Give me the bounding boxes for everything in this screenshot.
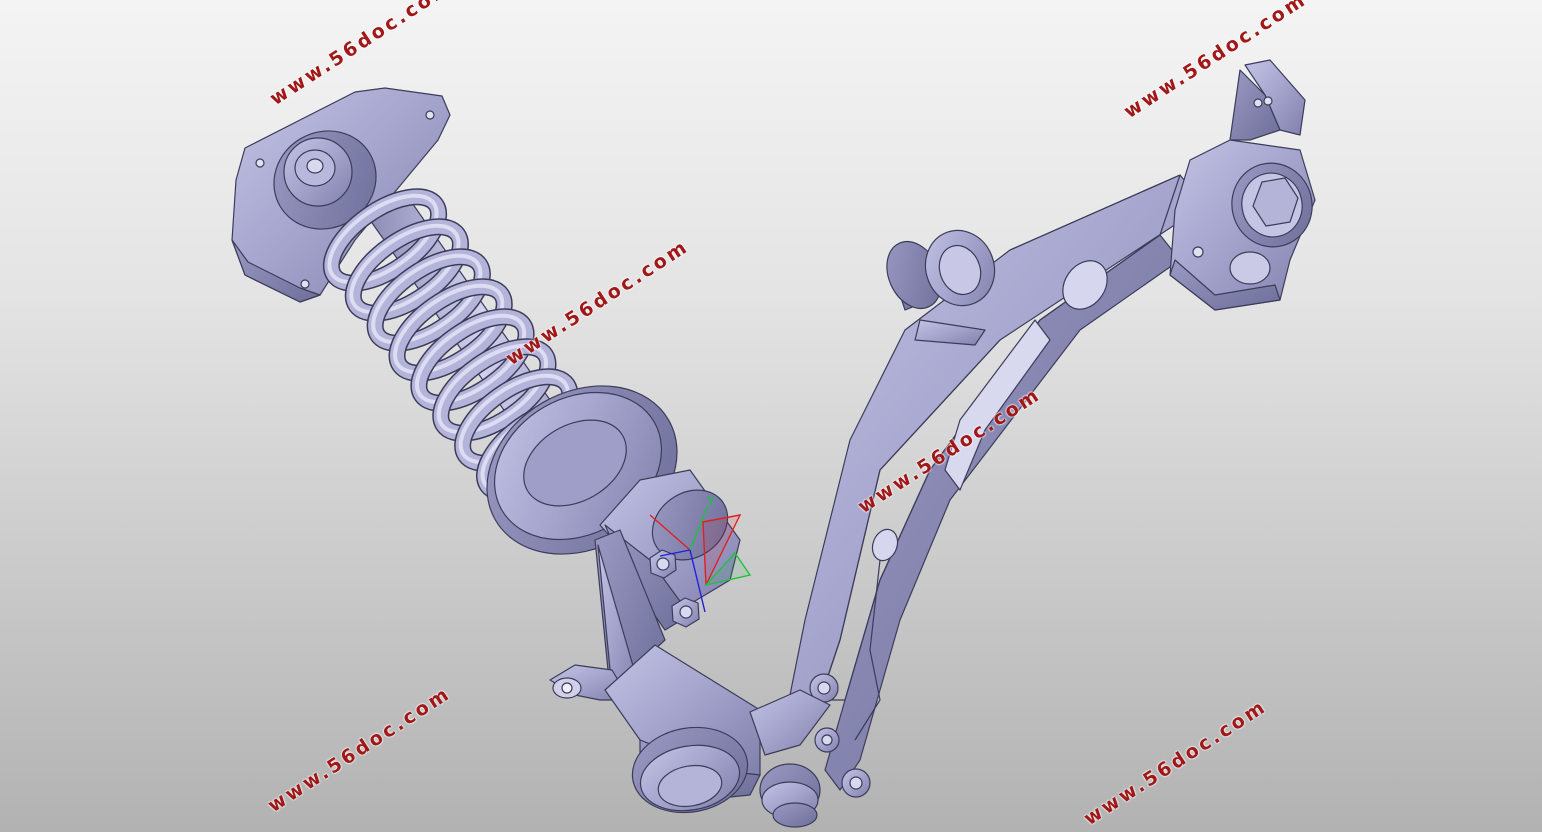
cad-3d-viewport[interactable]: Y www.56doc.com www.56doc.com www.56doc.…	[0, 0, 1542, 832]
suspension-assembly-model[interactable]: Y	[0, 0, 1542, 832]
lower-control-arm[interactable]	[789, 174, 1206, 798]
chassis-mount-bracket[interactable]	[1169, 59, 1322, 311]
triad-y-label: Y	[706, 495, 715, 510]
